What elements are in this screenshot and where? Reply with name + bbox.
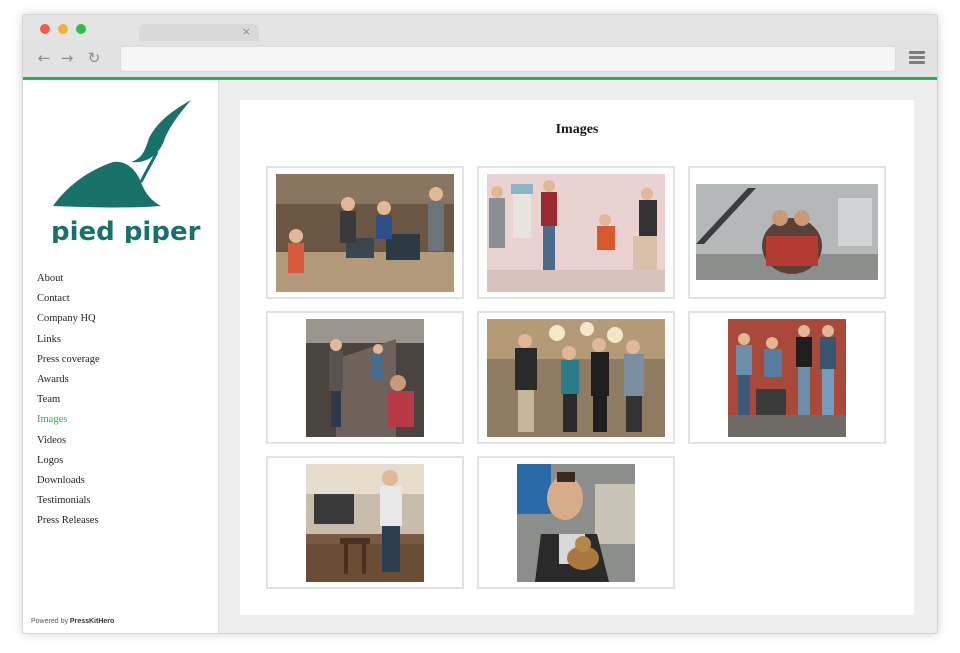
- sidebar-item-press-releases[interactable]: Press Releases: [37, 511, 100, 531]
- back-arrow-icon[interactable]: ←: [35, 49, 53, 67]
- kitchen-stool-photo: [306, 464, 424, 582]
- tab-close-icon[interactable]: ×: [242, 25, 251, 39]
- team-standing-photo: [487, 319, 665, 437]
- pied-piper-logo[interactable]: pied piper: [45, 98, 205, 247]
- maximize-window-button[interactable]: [76, 24, 86, 34]
- address-bar[interactable]: [120, 46, 896, 72]
- forward-arrow-icon[interactable]: →: [58, 49, 76, 67]
- image-thumbnail[interactable]: [688, 311, 886, 444]
- browser-window: × ← → ↻ pied piper About Contact Company…: [22, 14, 938, 634]
- powered-by-prefix: Powered by: [31, 618, 68, 625]
- main-content: Images: [220, 80, 937, 633]
- group-hug-photo: [696, 184, 878, 280]
- brick-wall-photo: [728, 319, 846, 437]
- image-thumbnail[interactable]: [477, 166, 675, 299]
- image-thumbnail[interactable]: [266, 311, 464, 444]
- images-panel: Images: [240, 100, 914, 615]
- page-title: Images: [555, 122, 599, 137]
- image-thumbnail[interactable]: [477, 456, 675, 589]
- sidebar-item-company-hq[interactable]: Company HQ: [37, 309, 100, 329]
- sidebar-item-images[interactable]: Images: [37, 410, 100, 430]
- title-bar: ×: [23, 15, 937, 42]
- browser-tab[interactable]: ×: [139, 24, 259, 42]
- sidebar-item-about[interactable]: About: [37, 269, 100, 289]
- hamburger-menu-icon[interactable]: [909, 51, 925, 65]
- water-cooler-photo: [487, 174, 665, 292]
- sidebar-item-links[interactable]: Links: [37, 330, 100, 350]
- sidebar-nav: About Contact Company HQ Links Press cov…: [37, 269, 100, 532]
- image-thumbnail[interactable]: [477, 311, 675, 444]
- image-thumbnail[interactable]: [266, 456, 464, 589]
- sidebar-item-team[interactable]: Team: [37, 390, 100, 410]
- browser-toolbar: ← → ↻: [23, 41, 937, 77]
- sidebar-item-press-coverage[interactable]: Press coverage: [37, 350, 100, 370]
- minimize-window-button[interactable]: [58, 24, 68, 34]
- powered-by: Powered by PressKitHero: [31, 618, 114, 625]
- close-window-button[interactable]: [40, 24, 50, 34]
- image-thumbnail[interactable]: [266, 166, 464, 299]
- image-thumbnail[interactable]: [688, 166, 886, 299]
- logo-wordmark: pied piper: [51, 217, 201, 243]
- staircase-photo: [306, 319, 424, 437]
- selfie-with-dog-photo: [517, 464, 635, 582]
- sidebar-item-awards[interactable]: Awards: [37, 370, 100, 390]
- reload-icon[interactable]: ↻: [85, 49, 103, 67]
- sidebar-item-downloads[interactable]: Downloads: [37, 471, 100, 491]
- sidebar: pied piper About Contact Company HQ Link…: [23, 80, 219, 633]
- sidebar-item-videos[interactable]: Videos: [37, 431, 100, 451]
- powered-by-link[interactable]: PressKitHero: [70, 618, 114, 625]
- team-office-photo: [276, 174, 454, 292]
- sidebar-item-testimonials[interactable]: Testimonials: [37, 491, 100, 511]
- sidebar-item-contact[interactable]: Contact: [37, 289, 100, 309]
- sidebar-item-logos[interactable]: Logos: [37, 451, 100, 471]
